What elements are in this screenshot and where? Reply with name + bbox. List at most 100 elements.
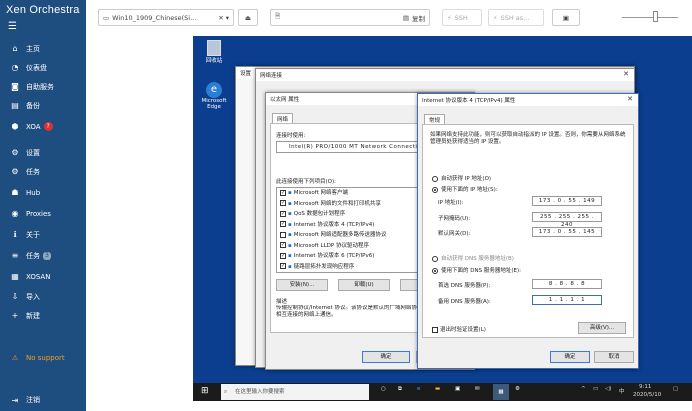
start-icon[interactable]: ⊞ xyxy=(201,386,209,396)
copy-label: 复制 xyxy=(412,14,425,23)
settings-taskbar-icon[interactable]: ⚙ xyxy=(515,386,520,392)
nav-item-9[interactable]: ℹ 关于 xyxy=(0,226,86,243)
nav-item-label: 设置 xyxy=(26,148,40,157)
eth-item-checkbox[interactable]: ✓ xyxy=(280,200,286,206)
validate-checkbox[interactable]: 退出时验证设置(L) xyxy=(432,325,486,333)
auto-ip-label: 自动获得 IP 地址(O) xyxy=(441,176,492,182)
cortana-icon[interactable]: ○ xyxy=(381,386,386,392)
ipv4-cancel-button[interactable]: 取消 xyxy=(594,351,634,363)
network-component-icon: ▪ xyxy=(288,253,292,259)
edge-taskbar-icon[interactable]: e xyxy=(417,386,420,392)
network-app-taskbar-icon[interactable]: ▦ xyxy=(493,384,509,400)
auto-dns-radio[interactable]: 自动获得 DNS 服务器地址(B) xyxy=(432,254,514,262)
camera-icon: ▣ xyxy=(562,13,570,22)
logout-icon: ⇥ xyxy=(11,395,19,405)
network-component-icon: ▪ xyxy=(288,211,292,217)
explorer-taskbar-icon[interactable]: ▬ xyxy=(435,386,440,392)
nav-item-label: 任务 xyxy=(26,251,40,260)
close-icon[interactable]: ✕ ▾ xyxy=(218,14,229,22)
eth-item-checkbox[interactable]: ✓ xyxy=(280,210,286,217)
clipboard-field[interactable]: 🗎 ▤ 复制 xyxy=(270,9,430,26)
manual-dns-radio[interactable]: 使用下面的 DNS 服务器地址(E): xyxy=(432,266,521,274)
eth-item-checkbox[interactable]: ✓ xyxy=(280,263,286,269)
ipv4-close-icon[interactable]: ✕ xyxy=(627,95,633,103)
nav-item-13[interactable]: + 新建 xyxy=(0,307,86,324)
zoom-slider-thumb[interactable] xyxy=(653,11,658,22)
recycle-bin-shortcut[interactable]: 回收站 xyxy=(199,40,229,64)
ssh-label: SSH xyxy=(454,13,468,22)
taskbar-search[interactable]: ⌕ 在这里输入你要搜索 xyxy=(221,384,369,400)
nav-item-3[interactable]: ▤ 备份 xyxy=(0,97,86,114)
eth-item-checkbox[interactable]: ✓ xyxy=(280,189,286,196)
search-icon: ⌕ xyxy=(224,389,228,395)
recycle-bin-label: 回收站 xyxy=(205,58,223,64)
network-component-icon: ▪ xyxy=(288,200,292,207)
ip-address-field[interactable]: 173 . 0 . 55 . 149 xyxy=(532,196,602,206)
vm-console[interactable]: 回收站 e Microsoft Edge 设置 网络连接 ✕ 以太网 属性 ✕ … xyxy=(193,36,692,401)
network-component-icon: ▪ xyxy=(288,221,292,228)
ssh-button[interactable]: ⚡ SSH xyxy=(442,9,482,26)
edge-shortcut[interactable]: e Microsoft Edge xyxy=(197,82,231,110)
eth-uninstall-button[interactable]: 卸载(U) xyxy=(338,279,390,291)
ipv4-ok-button[interactable]: 确定 xyxy=(550,351,590,363)
nav-item-label: 自助服务 xyxy=(26,82,54,91)
nav-item-0[interactable]: ⌂ 主页 xyxy=(0,40,86,57)
nav-item-label: 新建 xyxy=(26,311,40,320)
tray-up-icon[interactable]: ^ xyxy=(581,386,586,392)
nav-item-8[interactable]: ◉ Proxies xyxy=(0,205,86,222)
auto-ip-radio[interactable]: 自动获得 IP 地址(O) xyxy=(432,174,491,182)
eth-item-checkbox[interactable] xyxy=(280,231,286,238)
ipv4-properties-window[interactable]: Internet 协议版本 4 (TCP/IPv4) 属性 ✕ 常规 如果网络支… xyxy=(417,93,639,369)
eth-item-checkbox[interactable]: ✓ xyxy=(280,242,286,248)
eth-item-checkbox[interactable]: ✓ xyxy=(280,252,286,259)
nav-item-6[interactable]: ⚙ 任务 xyxy=(0,163,86,180)
eth-item-label: Microsoft 网络的文件和打印机共享 xyxy=(293,200,382,207)
ssh-as-button[interactable]: ⚡ SSH as... xyxy=(488,9,544,26)
zoom-slider-track[interactable] xyxy=(622,17,678,18)
info-icon: ℹ xyxy=(13,230,17,239)
eth-install-button[interactable]: 安装(N)... xyxy=(276,279,328,291)
advanced-button[interactable]: 高级(V)... xyxy=(578,322,626,334)
eth-item-label: Microsoft 网络适配器多路传送器协议 xyxy=(293,232,387,238)
nav-item-7[interactable]: ☗ Hub xyxy=(0,184,86,201)
nav-item-5[interactable]: ⚙ 设置 xyxy=(0,144,86,161)
nav-item-12[interactable]: ⇩ 导入 xyxy=(0,288,86,305)
network-tray-icon[interactable]: ▭ xyxy=(593,386,598,392)
ime-indicator[interactable]: 中 xyxy=(619,387,625,395)
dns2-field[interactable]: 1 . 1 . 1 . 1 xyxy=(532,295,602,305)
no-support-link[interactable]: ⚠ No support xyxy=(0,351,86,365)
taskview-icon[interactable]: ⧉ xyxy=(398,386,402,393)
dns1-label: 首选 DNS 服务器(P): xyxy=(438,283,491,289)
logout-item[interactable]: ⇥ 注销 xyxy=(0,393,86,407)
dns1-field[interactable]: 8 . 8 . 8 . 8 xyxy=(532,279,602,289)
clock-time[interactable]: 9:11 xyxy=(639,384,651,390)
nav-item-1[interactable]: ◔ 仪表盘 xyxy=(0,59,86,76)
eth-item-checkbox[interactable]: ✓ xyxy=(280,221,286,227)
menu-icon[interactable]: ☰ xyxy=(8,21,17,32)
store-taskbar-icon[interactable]: ▣ xyxy=(455,386,460,392)
nav-item-10[interactable]: ≡ 任务 3 xyxy=(0,247,86,264)
tasks-list-icon: ≡ xyxy=(11,251,19,260)
notification-icon[interactable]: ▢ xyxy=(673,386,678,392)
vm-select[interactable]: ▭ Win10_1909_Chinese(Si... ✕ ▾ xyxy=(98,9,234,26)
screenshot-button[interactable]: ▣ xyxy=(552,9,580,26)
netconn-close-icon[interactable]: ✕ xyxy=(623,70,629,78)
brand-title[interactable]: Xen Orchestra xyxy=(6,4,80,16)
proxies-icon: ◉ xyxy=(11,209,19,218)
eth-ok-button[interactable]: 确定 xyxy=(362,351,410,363)
nav-item-4[interactable]: ⬢ XOA? xyxy=(0,118,86,135)
edge-icon: e xyxy=(206,82,222,98)
nav-item-2[interactable]: ◙ 自助服务 xyxy=(0,78,86,95)
manual-ip-radio[interactable]: 使用下面的 IP 地址(S): xyxy=(432,185,498,193)
gateway-field[interactable]: 173 . 0 . 55 . 145 xyxy=(532,227,602,237)
nav-item-label: 导入 xyxy=(26,292,40,301)
home-icon: ⌂ xyxy=(12,44,18,53)
nav-item-11[interactable]: ▦ XOSAN xyxy=(0,268,86,285)
subnet-mask-field[interactable]: 255 . 255 . 255 . 240 xyxy=(532,212,602,228)
sidebar: Xen Orchestra ☰ ⌂ 主页 ◔ 仪表盘 ◙ 自助服务 ▤ 备份 ⬢ XOA? ⚙ 设置 ⚙… xyxy=(0,0,86,411)
clock-date[interactable]: 2020/5/10 xyxy=(633,392,661,398)
mail-taskbar-icon[interactable]: ✉ xyxy=(475,386,480,392)
eject-button[interactable]: ⏏ xyxy=(238,9,258,26)
edge-label: Microsoft Edge xyxy=(201,98,227,110)
volume-tray-icon[interactable]: ◁) xyxy=(605,386,611,392)
